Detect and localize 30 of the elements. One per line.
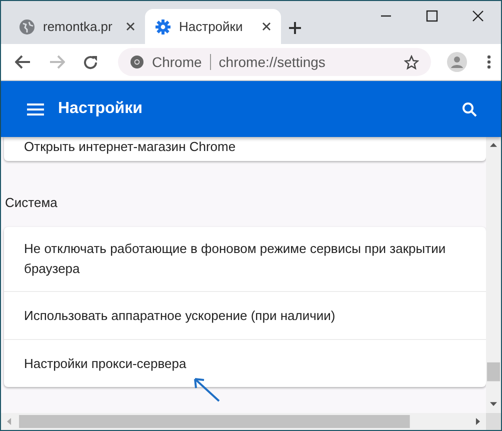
browser-tab[interactable]: remontka.pr	[9, 9, 145, 44]
horizontal-scrollbar[interactable]	[1, 413, 486, 430]
page-title: Настройки	[58, 100, 144, 118]
settings-link[interactable]: Настройки прокси-сервера	[4, 339, 486, 387]
settings-link[interactable]: Использовать аппаратное ускорение (при наличии)	[4, 291, 486, 339]
pointer-arrow	[191, 375, 221, 403]
url-text: chrome://settings	[218, 54, 326, 70]
section-heading: Система	[4, 194, 58, 212]
back-arrow-icon[interactable]	[15, 55, 31, 69]
maximize-icon[interactable]	[426, 10, 438, 22]
close-icon[interactable]	[472, 10, 484, 22]
new-tab-icon[interactable]	[289, 22, 301, 34]
search-icon[interactable]	[462, 102, 477, 116]
site-label: Chrome	[152, 54, 202, 70]
close-icon[interactable]	[126, 22, 135, 31]
vertical-scrollbar[interactable]	[486, 137, 501, 413]
chrome-logo-icon	[130, 55, 144, 69]
gear-icon	[155, 18, 171, 34]
reload-icon[interactable]	[83, 54, 98, 70]
profile-avatar-icon[interactable]	[447, 52, 467, 72]
globe-icon	[19, 18, 35, 34]
scrollbar-corner	[486, 413, 501, 430]
settings-link[interactable]: Открыть интернет-магазин Chrome	[4, 137, 486, 161]
address-bar[interactable]: Chrome chrome://settings	[118, 48, 431, 76]
close-icon[interactable]	[262, 22, 271, 31]
bookmark-star-icon[interactable]	[404, 54, 419, 70]
more-menu-icon[interactable]	[487, 55, 491, 69]
settings-link[interactable]: Не отключать работающие в фоновом режиме сервисы при закрытии браузера	[4, 227, 486, 291]
menu-icon[interactable]	[27, 102, 44, 116]
browser-tab[interactable]: Настройки	[145, 9, 281, 44]
